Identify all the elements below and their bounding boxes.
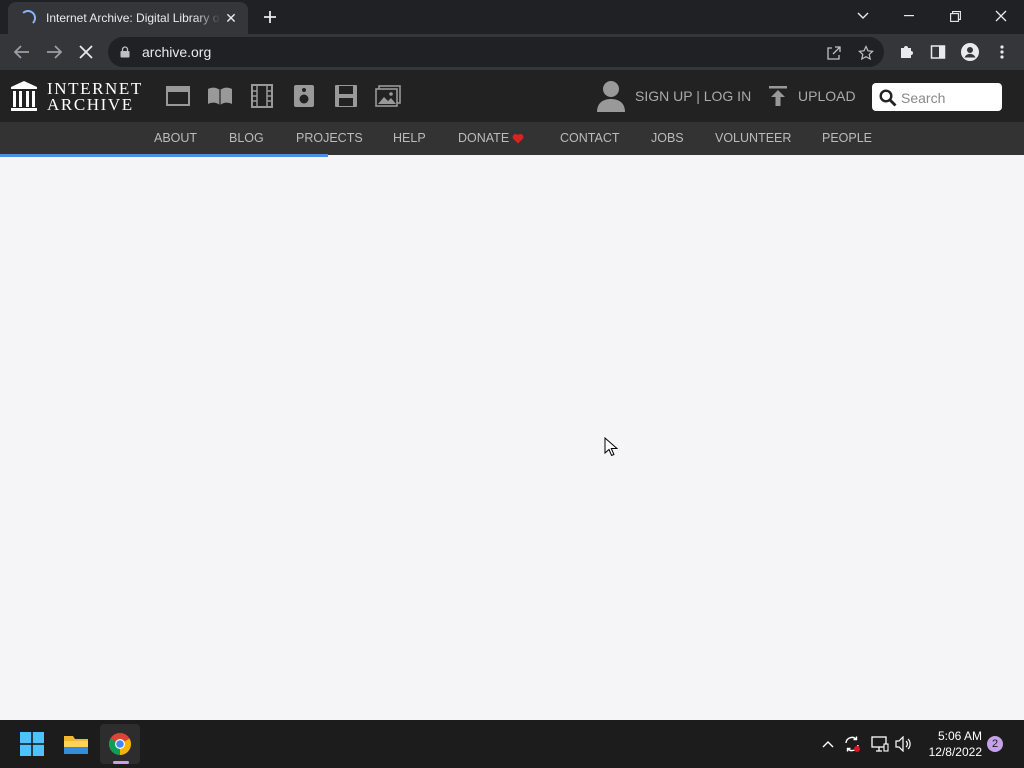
loading-spinner-icon (20, 10, 36, 26)
tab-title: Internet Archive: Digital Library of Fre… (46, 11, 221, 25)
user-icon[interactable] (596, 80, 626, 112)
restore-icon (949, 10, 961, 22)
browser-tab-strip: Internet Archive: Digital Library of Fre… (0, 0, 1024, 34)
texts-icon[interactable] (207, 83, 233, 109)
profile-avatar-icon[interactable] (960, 42, 980, 62)
nav-blog[interactable]: BLOG (229, 131, 264, 145)
video-icon[interactable] (249, 83, 275, 109)
search-icon[interactable] (879, 89, 897, 107)
restore-button[interactable] (932, 0, 978, 32)
active-app-indicator (113, 761, 129, 764)
ia-sub-nav: ABOUT BLOG PROJECTS HELP DONATE CONTACT … (0, 122, 1024, 155)
address-bar[interactable]: archive.org (108, 37, 884, 67)
tab-search-button[interactable] (840, 0, 886, 32)
logo-line-archive: ARCHIVE (47, 95, 134, 114)
site-search-box[interactable] (872, 83, 1002, 111)
web-icon[interactable] (165, 83, 191, 109)
arrow-right-icon (47, 45, 62, 59)
windows-taskbar: 5:06 AM 12/8/2022 2 (0, 720, 1024, 768)
lock-icon[interactable] (120, 46, 130, 58)
sync-icon[interactable] (842, 734, 862, 754)
tray-overflow-chevron-icon[interactable] (818, 734, 838, 754)
extensions-puzzle-icon[interactable] (896, 42, 916, 62)
stop-icon (79, 45, 93, 59)
nav-volunteer[interactable]: VOLUNTEER (715, 131, 791, 145)
bookmark-star-icon[interactable] (856, 43, 876, 63)
arrow-left-icon (14, 45, 29, 59)
stop-loading-button[interactable] (72, 38, 100, 66)
file-explorer-button[interactable] (56, 724, 96, 764)
nav-jobs[interactable]: JOBS (651, 131, 684, 145)
close-icon (995, 10, 1007, 22)
browser-toolbar: archive.org (0, 34, 1024, 70)
share-icon[interactable] (824, 43, 844, 63)
notification-badge[interactable]: 2 (987, 736, 1003, 752)
back-button[interactable] (8, 38, 36, 66)
software-icon[interactable] (333, 83, 359, 109)
chrome-icon (109, 733, 131, 755)
clock-time: 5:06 AM (937, 729, 982, 743)
clock-date: 12/8/2022 (928, 745, 982, 759)
chevron-down-icon (857, 12, 869, 19)
ia-logo[interactable]: INTERNET ARCHIVE (10, 80, 150, 114)
plus-icon (264, 11, 276, 23)
archive-building-icon (11, 81, 37, 111)
side-panel-icon[interactable] (928, 42, 948, 62)
signup-login-link[interactable]: SIGN UP | LOG IN (635, 88, 751, 104)
tab-close-icon[interactable]: ✕ (222, 9, 240, 27)
start-button[interactable] (12, 724, 52, 764)
nav-about[interactable]: ABOUT (154, 131, 197, 145)
upload-link[interactable]: UPLOAD (798, 88, 856, 104)
search-input[interactable] (899, 87, 999, 109)
new-tab-button[interactable] (259, 6, 281, 28)
volume-icon[interactable] (894, 734, 914, 754)
donate-heart-icon[interactable] (512, 133, 524, 144)
ia-top-nav: INTERNET ARCHIVE SIGN UP | LOG IN UPLOAD… (0, 70, 1024, 122)
network-icon[interactable] (870, 734, 890, 754)
minimize-button[interactable] (886, 0, 932, 32)
nav-people[interactable]: PEOPLE (822, 131, 872, 145)
file-explorer-icon (64, 736, 88, 754)
windows-start-icon (20, 732, 44, 756)
kebab-menu-icon[interactable] (992, 42, 1012, 62)
nav-help[interactable]: HELP (393, 131, 426, 145)
mouse-cursor-icon (604, 437, 618, 457)
images-icon[interactable] (375, 83, 401, 109)
upload-icon[interactable] (768, 85, 788, 107)
close-window-button[interactable] (978, 0, 1024, 32)
minimize-icon (904, 15, 914, 17)
browser-tab[interactable]: Internet Archive: Digital Library of Fre… (8, 2, 248, 34)
audio-icon[interactable] (291, 83, 317, 109)
chrome-taskbar-button[interactable] (100, 724, 140, 764)
ia-logo-text: INTERNET ARCHIVE (47, 80, 143, 114)
url-text[interactable]: archive.org (142, 44, 211, 60)
taskbar-clock[interactable]: 5:06 AM 12/8/2022 (920, 728, 982, 760)
page-content-area (0, 157, 1024, 720)
nav-donate[interactable]: DONATE (458, 131, 509, 145)
nav-projects[interactable]: PROJECTS (296, 131, 363, 145)
nav-contact[interactable]: CONTACT (560, 131, 620, 145)
forward-button[interactable] (40, 38, 68, 66)
